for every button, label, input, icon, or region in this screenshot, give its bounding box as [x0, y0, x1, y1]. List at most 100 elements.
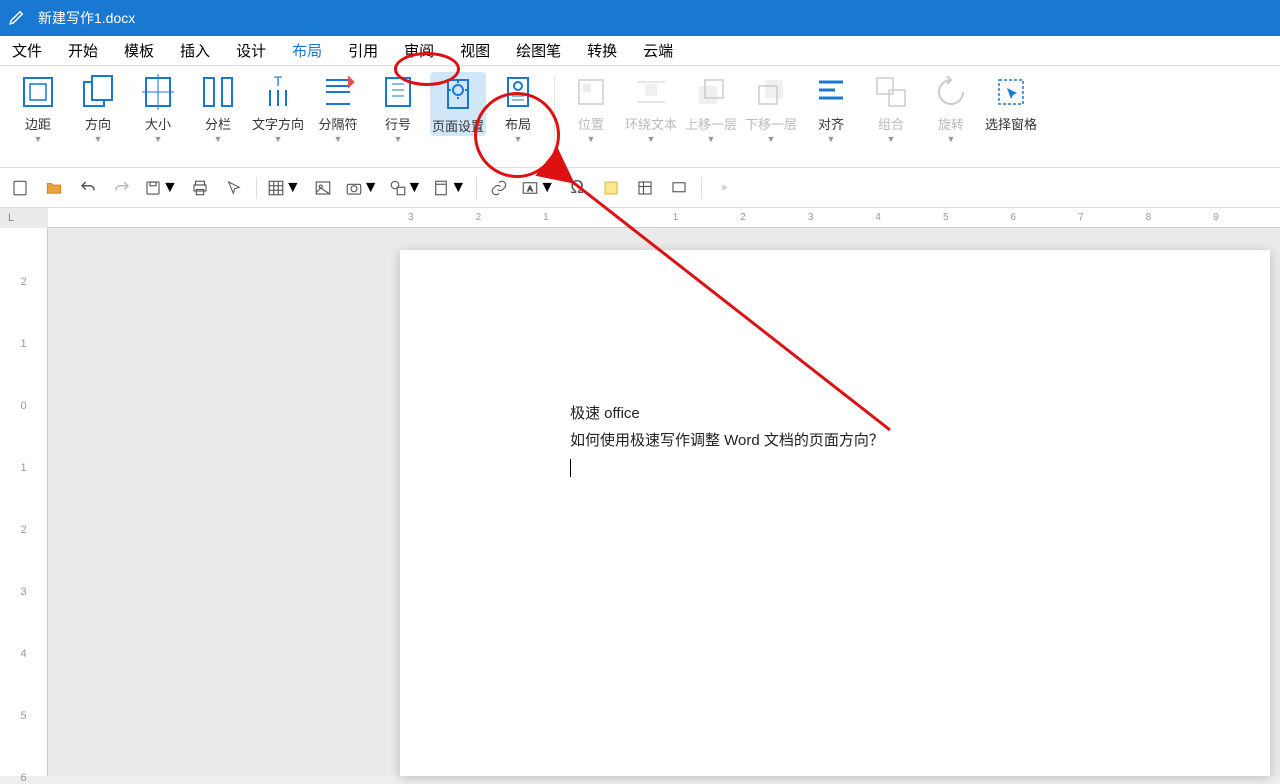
ribbon-边距[interactable]: 边距 ▼ — [10, 72, 66, 144]
ribbon-大小[interactable]: 大小 ▼ — [130, 72, 186, 144]
ribbon-label: 页面设置 — [432, 120, 484, 134]
ribbon: 边距▼方向▼大小▼分栏▼T文字方向▼分隔符▼行号▼页面设置布局▼位置▼环绕文本▼… — [0, 66, 1280, 168]
omega-icon[interactable]: Ω — [565, 176, 589, 200]
redo-icon[interactable] — [110, 176, 134, 200]
menu-item-2[interactable]: 模板 — [124, 40, 154, 61]
save-icon[interactable]: ▼ — [144, 179, 178, 197]
app-icon — [8, 8, 26, 29]
dropdown-icon: ▼ — [707, 134, 716, 144]
menu-item-4[interactable]: 设计 — [236, 40, 266, 61]
menu-item-7[interactable]: 审阅 — [404, 40, 434, 61]
open-folder-icon[interactable] — [42, 176, 66, 200]
ribbon-页面设置[interactable]: 页面设置 — [430, 72, 486, 136]
ribbon-label: 方向 — [85, 118, 111, 132]
ribbon-上移一层: 上移一层▼ — [683, 72, 739, 144]
ribbon-icon — [571, 72, 611, 112]
ribbon-分隔符[interactable]: 分隔符 ▼ — [310, 72, 366, 144]
ribbon-label: 分栏 — [205, 118, 231, 132]
menu-bar: 文件 开始 模板 插入 设计 布局 引用 审阅 视图 绘图笔 转换 云端 — [0, 36, 1280, 66]
ribbon-icon — [631, 72, 671, 112]
text-cursor — [570, 459, 571, 477]
menu-item-9[interactable]: 绘图笔 — [516, 40, 561, 61]
editor-area: L 32112345678910111213 210123456 极速 offi… — [0, 208, 1280, 776]
dropdown-icon: ▼ — [34, 134, 43, 144]
ribbon-icon — [691, 72, 731, 112]
menu-item-10[interactable]: 转换 — [587, 40, 617, 61]
ribbon-icon — [318, 72, 358, 112]
ribbon-label: 边距 — [25, 118, 51, 132]
ribbon-label: 对齐 — [818, 118, 844, 132]
ribbon-旋转: 旋转▼ — [923, 72, 979, 144]
title-bar: 新建写作1.docx — [0, 0, 1280, 36]
dropdown-icon: ▼ — [647, 134, 656, 144]
ribbon-icon — [931, 72, 971, 112]
dropdown-icon: ▼ — [154, 134, 163, 144]
ribbon-label: 下移一层 — [745, 118, 797, 132]
ribbon-分栏[interactable]: 分栏 ▼ — [190, 72, 246, 144]
ribbon-label: 大小 — [145, 118, 171, 132]
dropdown-icon: ▼ — [394, 134, 403, 144]
menu-item-8[interactable]: 视图 — [460, 40, 490, 61]
ribbon-文字方向[interactable]: T文字方向▼ — [250, 72, 306, 144]
undo-icon[interactable] — [76, 176, 100, 200]
ribbon-选择窗格[interactable]: 选择窗格 — [983, 72, 1039, 132]
table-icon[interactable]: ▼ — [267, 179, 301, 197]
vertical-ruler: 210123456 — [0, 228, 48, 776]
menu-item-6[interactable]: 引用 — [348, 40, 378, 61]
horizontal-ruler: 32112345678910111213 — [48, 208, 1280, 228]
ribbon-label: 环绕文本 — [625, 118, 677, 132]
ribbon-布局[interactable]: 布局▼ — [490, 72, 546, 144]
svg-text:A: A — [528, 184, 533, 193]
print-icon[interactable] — [188, 176, 212, 200]
dropdown-icon: ▼ — [334, 134, 343, 144]
form-icon[interactable] — [633, 176, 657, 200]
menu-item-11[interactable]: 云端 — [643, 40, 673, 61]
ribbon-icon — [198, 72, 238, 112]
image-icon[interactable] — [311, 176, 335, 200]
dropdown-icon: ▼ — [94, 134, 103, 144]
menu-item-0[interactable]: 文件 — [12, 40, 42, 61]
header-icon[interactable]: ▼ — [432, 179, 466, 197]
menu-item-3[interactable]: 插入 — [180, 40, 210, 61]
ribbon-icon — [18, 72, 58, 112]
ribbon-icon: T — [258, 72, 298, 112]
dropdown-icon: ▼ — [587, 134, 596, 144]
ribbon-icon — [811, 72, 851, 112]
ribbon-icon — [498, 72, 538, 112]
fullscreen-icon[interactable] — [667, 176, 691, 200]
ribbon-label: 布局 — [505, 118, 531, 132]
document-page[interactable]: 极速 office 如何使用极速写作调整 Word 文档的页面方向？ — [400, 250, 1270, 776]
ribbon-icon — [438, 74, 478, 114]
ribbon-label: 位置 — [578, 118, 604, 132]
menu-item-1[interactable]: 开始 — [68, 40, 98, 61]
ribbon-label: 分隔符 — [318, 118, 357, 132]
svg-text:T: T — [274, 73, 283, 89]
new-doc-icon[interactable] — [8, 176, 32, 200]
ribbon-icon — [871, 72, 911, 112]
ribbon-label: 行号 — [385, 118, 411, 132]
ribbon-label: 文字方向 — [252, 118, 304, 132]
note-icon[interactable] — [599, 176, 623, 200]
dropdown-icon: ▼ — [214, 134, 223, 144]
ribbon-方向[interactable]: 方向 ▼ — [70, 72, 126, 144]
dropdown-icon: ▼ — [767, 134, 776, 144]
dropdown-icon: ▼ — [887, 134, 896, 144]
tab-indicator: L — [8, 212, 14, 224]
ribbon-label: 旋转 — [938, 118, 964, 132]
more-icon[interactable]: » — [712, 176, 736, 200]
ribbon-icon — [991, 72, 1031, 112]
document-title: 新建写作1.docx — [38, 8, 135, 28]
shapes-icon[interactable]: ▼ — [389, 179, 423, 197]
ribbon-行号[interactable]: 行号 ▼ — [370, 72, 426, 144]
ribbon-环绕文本: 环绕文本 ▼ — [623, 72, 679, 144]
ribbon-对齐[interactable]: 对齐▼ — [803, 72, 859, 144]
quick-access-toolbar: ▼ ▼ ▼ ▼ ▼ A▼ Ω » — [0, 168, 1280, 208]
ribbon-label: 组合 — [878, 118, 904, 132]
menu-item-5[interactable]: 布局 — [292, 40, 322, 61]
camera-icon[interactable]: ▼ — [345, 179, 379, 197]
ribbon-组合: 组合 ▼ — [863, 72, 919, 144]
link-icon[interactable] — [487, 176, 511, 200]
textbox-icon[interactable]: A▼ — [521, 179, 555, 197]
ribbon-label: 选择窗格 — [985, 118, 1037, 132]
cursor-icon[interactable] — [222, 176, 246, 200]
